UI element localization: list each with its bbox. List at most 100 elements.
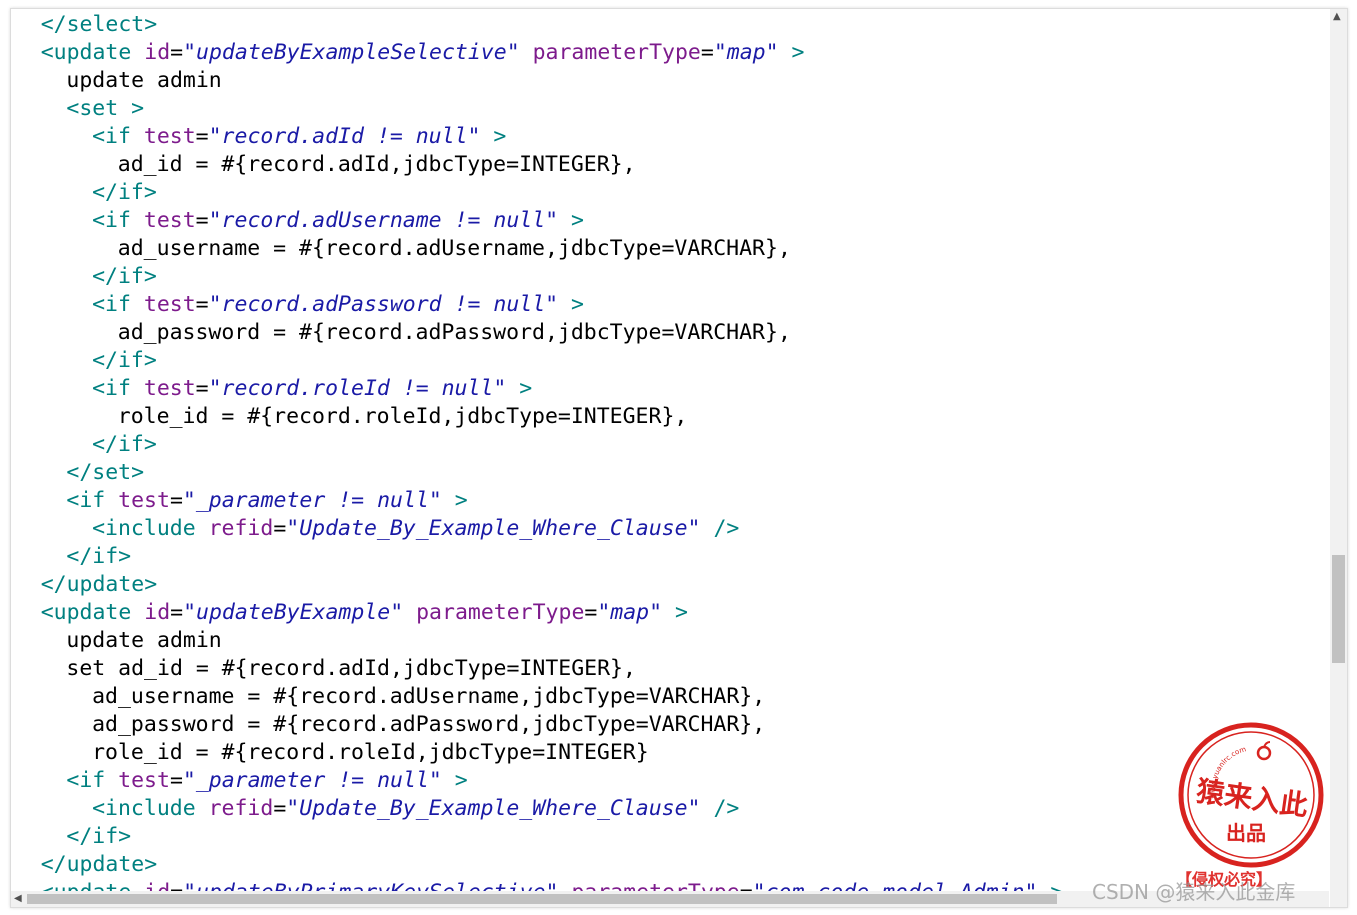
- code-line: update admin: [66, 627, 221, 655]
- code-token: id: [144, 880, 170, 891]
- code-token: refid: [208, 796, 274, 821]
- code-token: =: [195, 292, 209, 317]
- code-token: "Update_By_Example_Where_Clause": [286, 796, 701, 821]
- code-line: <if test="record.adId != null" >: [92, 123, 506, 151]
- code-token: refid: [208, 516, 274, 541]
- code-token: =: [273, 516, 287, 541]
- code-token: </if>: [92, 432, 157, 457]
- code-token: </select>: [40, 12, 158, 37]
- code-token: </if>: [92, 264, 157, 289]
- code-token: "Update_By_Example_Where_Clause": [286, 516, 701, 541]
- code-line: set ad_id = #{record.adId,jdbcType=INTEG…: [66, 655, 636, 683]
- code-line: </update>: [41, 851, 158, 879]
- code-line: </if>: [92, 179, 157, 207]
- code-line: ad_username = #{record.adUsername,jdbcTy…: [118, 235, 791, 263]
- code-line: <include refid="Update_By_Example_Where_…: [92, 515, 739, 543]
- code-token: test: [118, 488, 170, 513]
- code-token: >: [1037, 880, 1063, 891]
- code-token: "_parameter != null": [182, 488, 442, 513]
- code-token: test: [143, 292, 196, 317]
- code-token: ad_password = #{record.adPassword,jdbcTy…: [92, 712, 766, 737]
- code-line: <set >: [66, 95, 144, 123]
- code-token: ad_username = #{record.adUsername,jdbcTy…: [117, 236, 791, 261]
- code-token: id: [144, 600, 171, 625]
- code-token: </update>: [40, 852, 158, 877]
- code-token: parameterType: [571, 880, 739, 891]
- code-line: role_id = #{record.roleId,jdbcType=INTEG…: [92, 739, 649, 767]
- xml-viewer-window: </select> <update id="updateByExampleSele…: [10, 8, 1348, 908]
- vertical-scroll-thumb[interactable]: [1332, 555, 1345, 663]
- code-token: set ad_id = #{record.adId,jdbcType=INTEG…: [66, 656, 636, 681]
- code-line: </set>: [66, 459, 144, 487]
- code-line: <update id="updateByExample" parameterTy…: [41, 599, 688, 627]
- code-token: >: [662, 600, 688, 625]
- code-line: role_id = #{record.roleId,jdbcType=INTEG…: [118, 403, 688, 431]
- horizontal-scroll-thumb[interactable]: [27, 894, 1057, 904]
- code-line: </if>: [66, 823, 131, 851]
- code-token: "map": [713, 40, 779, 65]
- code-token: "map": [597, 600, 663, 625]
- code-token: update admin: [66, 628, 222, 653]
- code-token: <if: [66, 488, 119, 513]
- code-token: </if>: [66, 544, 132, 569]
- stamp-sub-text: 出品: [1226, 821, 1266, 845]
- code-line: <if test="_parameter != null" >: [66, 767, 467, 795]
- code-token: "record.adUsername != null": [208, 208, 559, 233]
- code-line: <if test="record.adUsername != null" >: [92, 207, 584, 235]
- code-token: =: [195, 208, 209, 233]
- code-token: =: [170, 40, 184, 65]
- code-token: />: [700, 796, 740, 821]
- code-token: =: [169, 488, 183, 513]
- scroll-left-arrow-icon[interactable]: ◀: [14, 894, 22, 904]
- code-token: <if: [92, 376, 144, 401]
- code-token: "record.adId != null": [208, 124, 481, 149]
- code-token: <if: [66, 768, 119, 793]
- code-token: <update: [40, 40, 145, 65]
- code-line: <if test="record.adPassword != null" >: [92, 291, 584, 319]
- code-token: <if: [92, 124, 144, 149]
- code-token: >: [558, 292, 584, 317]
- scroll-up-arrow-icon[interactable]: ▲: [1333, 12, 1341, 22]
- code-token: test: [143, 208, 196, 233]
- code-line: <include refid="Update_By_Example_Where_…: [92, 795, 739, 823]
- code-token: "record.adPassword != null": [208, 292, 559, 317]
- code-token: <include: [92, 516, 209, 541]
- code-token: parameterType: [532, 40, 701, 65]
- code-token: =: [584, 600, 598, 625]
- code-line: </select>: [41, 11, 158, 39]
- code-line: </update>: [41, 571, 158, 599]
- code-line: </if>: [92, 431, 157, 459]
- code-token: >: [441, 768, 468, 793]
- code-line: </if>: [92, 347, 157, 375]
- code-token: >: [558, 208, 584, 233]
- code-token: "_parameter != null": [182, 768, 442, 793]
- code-line: ad_password = #{record.adPassword,jdbcTy…: [118, 319, 791, 347]
- code-token: <include: [92, 796, 209, 821]
- code-line: <update id="updateByExampleSelective" pa…: [41, 39, 805, 67]
- code-token: <set >: [66, 96, 145, 121]
- code-token: >: [441, 488, 468, 513]
- code-token: ad_username = #{record.adUsername,jdbcTy…: [92, 684, 766, 709]
- code-token: </if>: [92, 180, 157, 205]
- code-token: =: [170, 600, 184, 625]
- code-token: =: [195, 124, 209, 149]
- code-token: test: [118, 768, 170, 793]
- code-token: ad_id = #{record.adId,jdbcType=INTEGER},: [117, 152, 636, 177]
- watermark-stamp: www.yuanlrc.com 猿来入此 出品: [1178, 722, 1324, 868]
- code-line: <if test="_parameter != null" >: [66, 487, 467, 515]
- code-token: =: [740, 880, 753, 891]
- code-line: </if>: [66, 543, 131, 571]
- code-token: =: [170, 880, 183, 891]
- code-token: =: [700, 40, 714, 65]
- code-token: parameterType: [416, 600, 585, 625]
- code-line: </if>: [92, 263, 157, 291]
- scrollbar-corner: [1330, 891, 1347, 907]
- code-token: test: [143, 376, 196, 401]
- code-line: ad_username = #{record.adUsername,jdbcTy…: [92, 683, 765, 711]
- vertical-scrollbar[interactable]: ▲: [1330, 9, 1347, 891]
- code-token: </if>: [92, 348, 157, 373]
- code-token: >: [778, 40, 805, 65]
